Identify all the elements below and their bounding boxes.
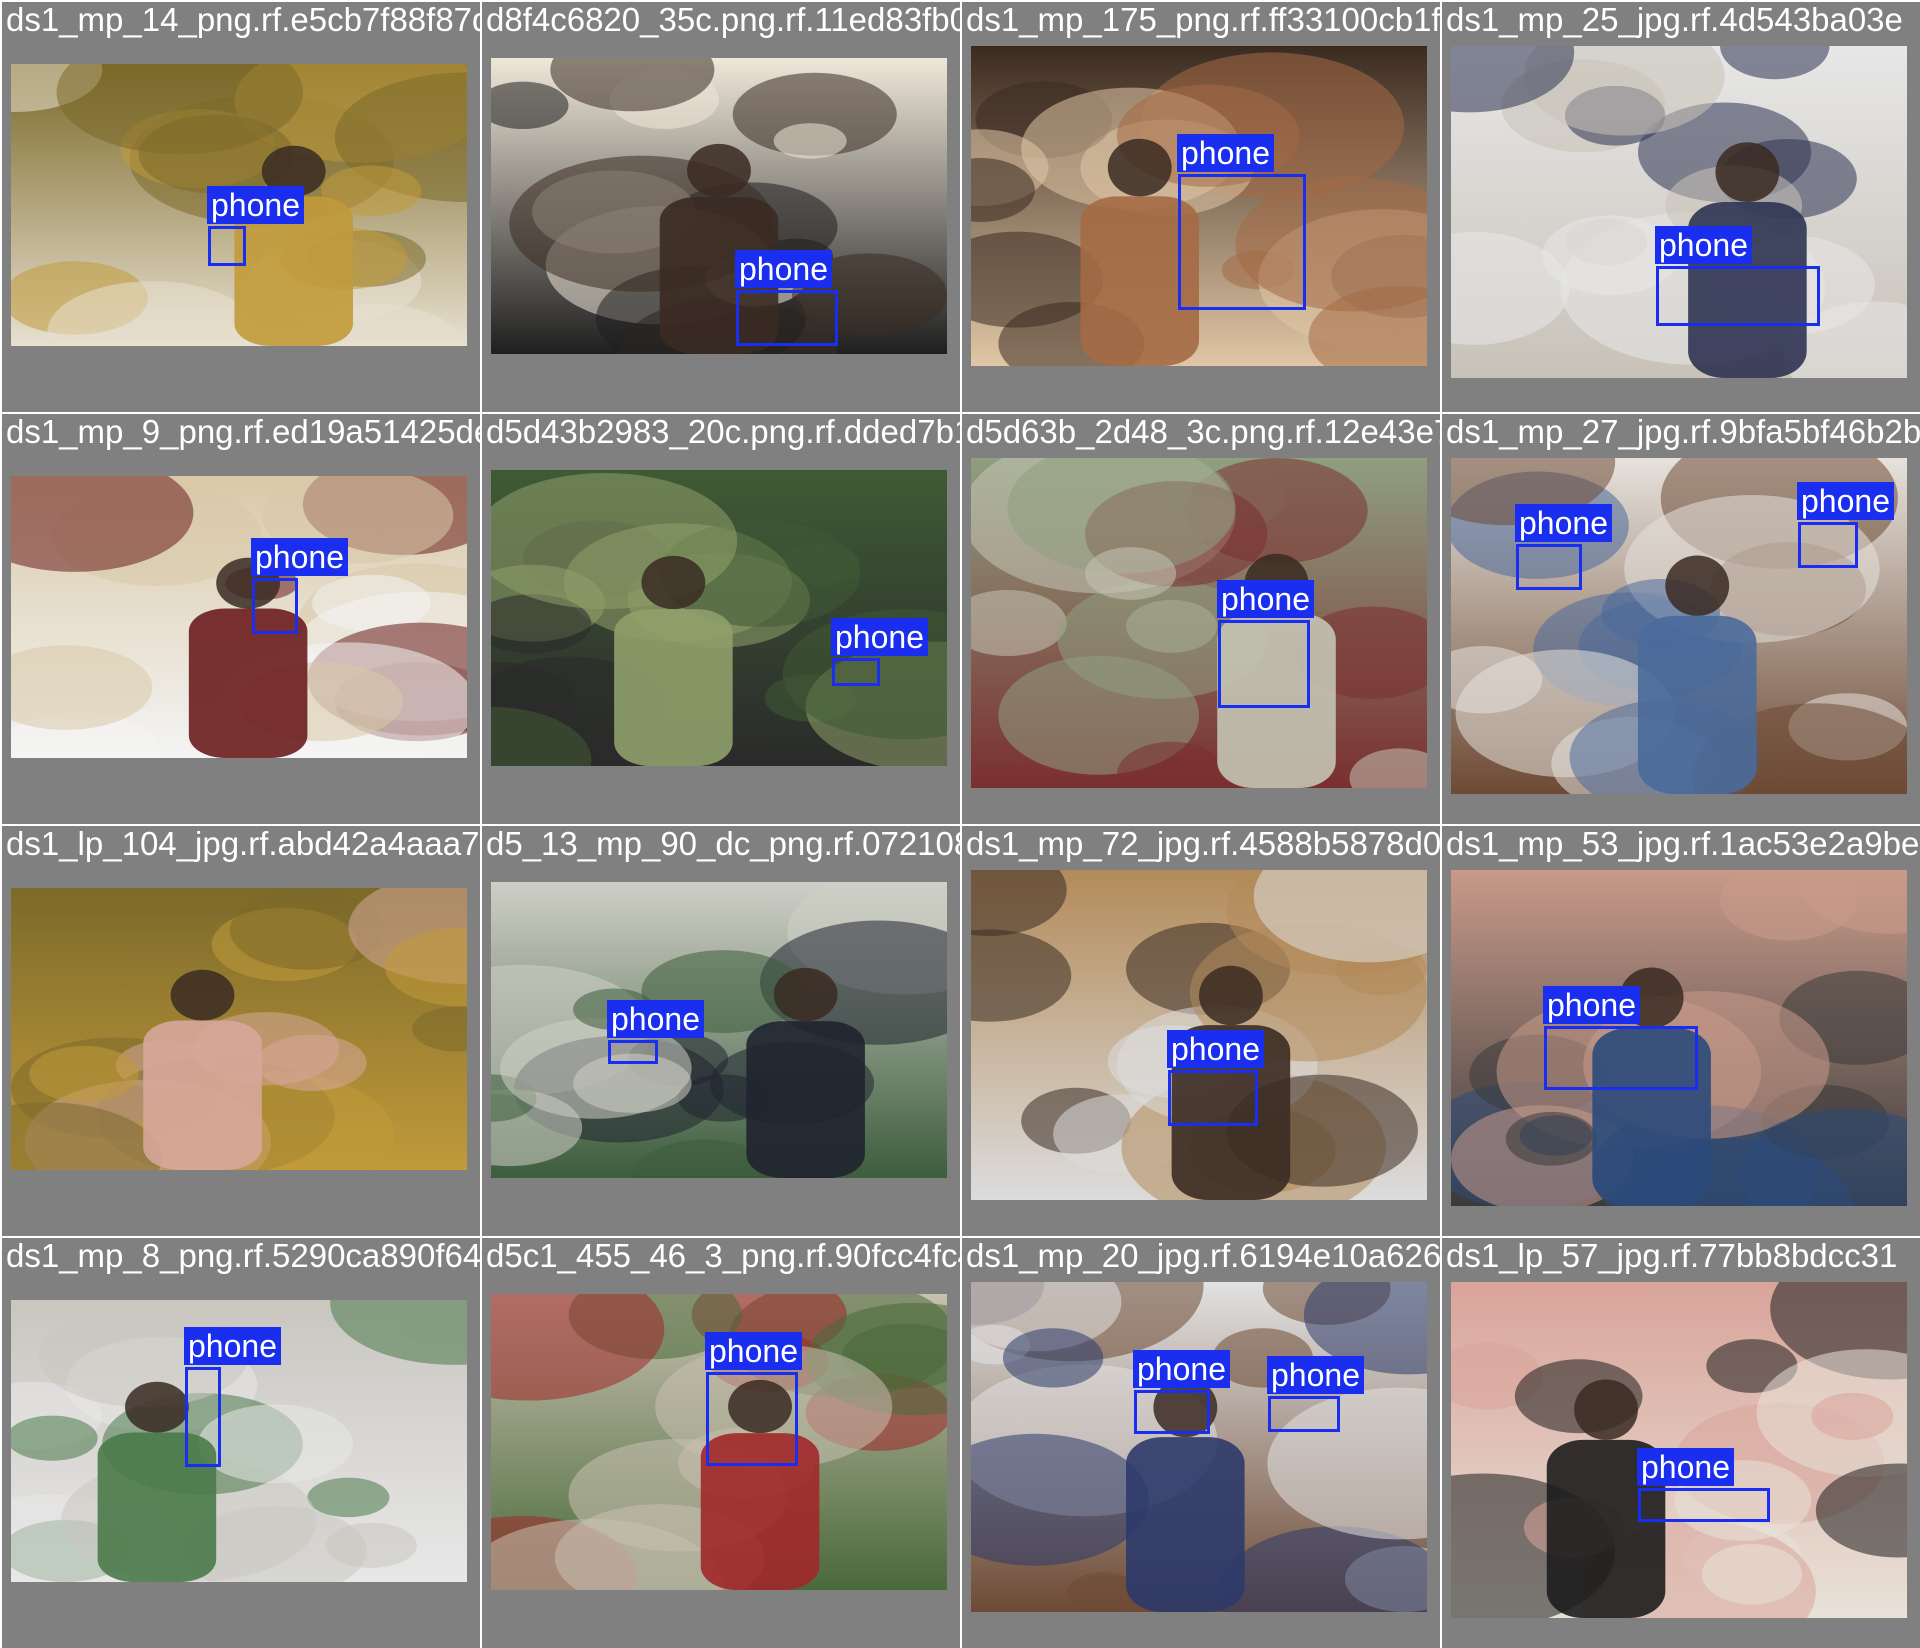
mosaic-tile: ds1_mp_9_png.rf.ed19a51425ded43b29327060… (2, 414, 480, 824)
tile-photo (491, 882, 947, 1178)
detection-box (208, 226, 246, 266)
tile-photo (971, 1282, 1427, 1612)
detection-box (1798, 522, 1858, 568)
detection-box (1268, 1396, 1340, 1432)
detection-label: phone (607, 1000, 704, 1038)
detection-box (1638, 1488, 1770, 1522)
mosaic-tile: ds1_mp_25_jpg.rf.4d543ba03ephone (1442, 2, 1920, 412)
detection-box (1178, 174, 1306, 310)
detection-label: phone (1177, 134, 1274, 172)
mosaic-tile: ds1_mp_27_jpg.rf.9bfa5bf46b2bphone phone (1442, 414, 1920, 824)
detection-label: phone (1655, 226, 1752, 264)
detection-box (608, 1040, 658, 1064)
detection-box (832, 658, 880, 686)
tile-photo (971, 458, 1427, 788)
tile-filename: ds1_mp_14_png.rf.e5cb7f88f87d8f4682065e5… (6, 2, 480, 38)
detection-mosaic: ds1_mp_14_png.rf.e5cb7f88f87d8f4682065e5… (0, 0, 1920, 1648)
mosaic-tile: ds1_mp_14_png.rf.e5cb7f88f87d8f4682065e5… (2, 2, 480, 412)
mosaic-tile: d5c1_455_46_3_png.rf.90fcc4fc4bf6f5f4eba… (482, 1238, 960, 1648)
detection-box (706, 1372, 798, 1466)
mosaic-tile: ds1_mp_53_jpg.rf.1ac53e2a9bephone (1442, 826, 1920, 1236)
tile-filename: ds1_lp_57_jpg.rf.77bb8bdcc31 (1446, 1238, 1898, 1274)
detection-box (1656, 266, 1820, 326)
detection-label: phone (251, 538, 348, 576)
tile-filename: ds1_mp_9_png.rf.ed19a51425ded43b29327060 (6, 414, 480, 450)
mosaic-tile: d8f4c6820_35c.png.rf.11ed83fb03fa8798927… (482, 2, 960, 412)
tile-filename: ds1_mp_25_jpg.rf.4d543ba03e (1446, 2, 1903, 38)
tile-filename: ds1_mp_27_jpg.rf.9bfa5bf46b2b (1446, 414, 1920, 450)
tile-photo (1451, 46, 1907, 378)
detection-label: phone (1797, 482, 1894, 520)
mosaic-tile: d5d63b_2d48_3c.png.rf.12e43e78ebc2e92758… (962, 414, 1440, 824)
detection-label: phone (1637, 1448, 1734, 1486)
tile-filename: ds1_lp_104_jpg.rf.abd42a4aaa7943fa69031c (6, 826, 480, 862)
tile-filename: ds1_mp_53_jpg.rf.1ac53e2a9be (1446, 826, 1920, 862)
mosaic-tile: ds1_lp_57_jpg.rf.77bb8bdcc31phone (1442, 1238, 1920, 1648)
mosaic-tile: d5_13_mp_90_dc_png.rf.07210874bb7afb7232… (482, 826, 960, 1236)
tile-filename: ds1_mp_8_png.rf.5290ca890f64fac455446394 (6, 1238, 480, 1274)
mosaic-tile: ds1_mp_8_png.rf.5290ca890f64fac455446394… (2, 1238, 480, 1648)
tile-filename: ds1_mp_20_jpg.rf.6194e10a626371f97f0f100 (966, 1238, 1440, 1274)
tile-filename: ds1_mp_175_png.rf.ff33100cb1f8f6f82181 (966, 2, 1440, 38)
detection-box (1168, 1070, 1258, 1126)
detection-label: phone (1515, 504, 1612, 542)
tile-filename: d5c1_455_46_3_png.rf.90fcc4fc4bf6f5f4eba… (486, 1238, 960, 1274)
detection-box (185, 1367, 221, 1467)
detection-label: phone (735, 250, 832, 288)
tile-filename: d8f4c6820_35c.png.rf.11ed83fb03fa8798927… (486, 2, 960, 38)
detection-label: phone (1543, 986, 1640, 1024)
mosaic-tile: d5d43b2983_20c.png.rf.dded7b1d2b46304243… (482, 414, 960, 824)
tile-photo (11, 888, 467, 1170)
detection-label: phone (1167, 1030, 1264, 1068)
mosaic-tile: ds1_mp_175_png.rf.ff33100cb1f8f6f82181ph… (962, 2, 1440, 412)
detection-box (252, 578, 298, 634)
detection-label: phone (1217, 580, 1314, 618)
tile-filename: d5d63b_2d48_3c.png.rf.12e43e78ebc2e92758… (966, 414, 1440, 450)
detection-box (1516, 544, 1582, 590)
detection-label: phone (1133, 1350, 1230, 1388)
detection-label: phone (184, 1327, 281, 1365)
tile-filename: d5d43b2983_20c.png.rf.dded7b1d2b46304243… (486, 414, 960, 450)
detection-box (1134, 1390, 1210, 1434)
detection-box (1218, 620, 1310, 708)
detection-label: phone (207, 186, 304, 224)
tile-photo (11, 476, 467, 758)
tile-filename: d5_13_mp_90_dc_png.rf.07210874bb7afb7232… (486, 826, 960, 862)
tile-filename: ds1_mp_72_jpg.rf.4588b5878d0dea7e5e2a9b (966, 826, 1440, 862)
detection-box (736, 290, 838, 346)
mosaic-tile: ds1_mp_72_jpg.rf.4588b5878d0dea7e5e2a9bp… (962, 826, 1440, 1236)
detection-label: phone (1267, 1356, 1364, 1394)
mosaic-tile: ds1_mp_20_jpg.rf.6194e10a626371f97f0f100… (962, 1238, 1440, 1648)
tile-photo (491, 58, 947, 354)
detection-label: phone (705, 1332, 802, 1370)
detection-box (1544, 1026, 1698, 1090)
detection-label: phone (831, 618, 928, 656)
mosaic-tile: ds1_lp_104_jpg.rf.abd42a4aaa7943fa69031c (2, 826, 480, 1236)
